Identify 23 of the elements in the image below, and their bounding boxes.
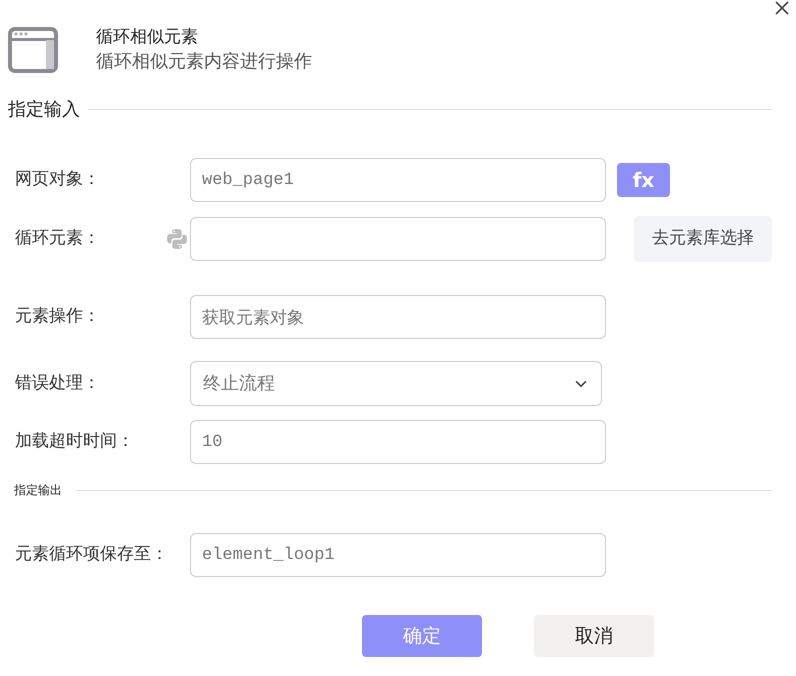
library-button[interactable]: 去元素库选择: [634, 216, 772, 262]
confirm-button[interactable]: 确定: [362, 615, 482, 657]
field-label: 元素操作：: [15, 305, 101, 328]
input-field[interactable]: 10: [190, 420, 606, 464]
cancel-button[interactable]: 取消: [534, 615, 654, 657]
dialog-title: 循环相似元素: [96, 26, 199, 49]
fx-button[interactable]: fx: [617, 163, 670, 197]
input-field[interactable]: web_page1: [190, 158, 606, 202]
dropdown-field[interactable]: 终止流程: [190, 361, 602, 406]
input-field[interactable]: 获取元素对象: [190, 295, 606, 339]
input-field[interactable]: element_loop1: [190, 533, 606, 577]
field-label: 加载超时时间：: [15, 430, 135, 454]
section-title: 指定输出: [13, 482, 62, 499]
field-label: 元素循环项保存至：: [15, 543, 163, 566]
input-field[interactable]: [190, 217, 606, 261]
field-label: 错误处理：: [15, 372, 101, 395]
field-label: 网页对象：: [15, 168, 101, 192]
dialog-subtitle: 循环相似元素内容进行操作: [96, 50, 312, 74]
field-label: 循环元素：: [15, 227, 101, 250]
close-button[interactable]: [774, 0, 790, 16]
window-icon: [8, 27, 58, 73]
section-title: 指定输入: [8, 98, 80, 122]
close-icon: [774, 0, 790, 16]
